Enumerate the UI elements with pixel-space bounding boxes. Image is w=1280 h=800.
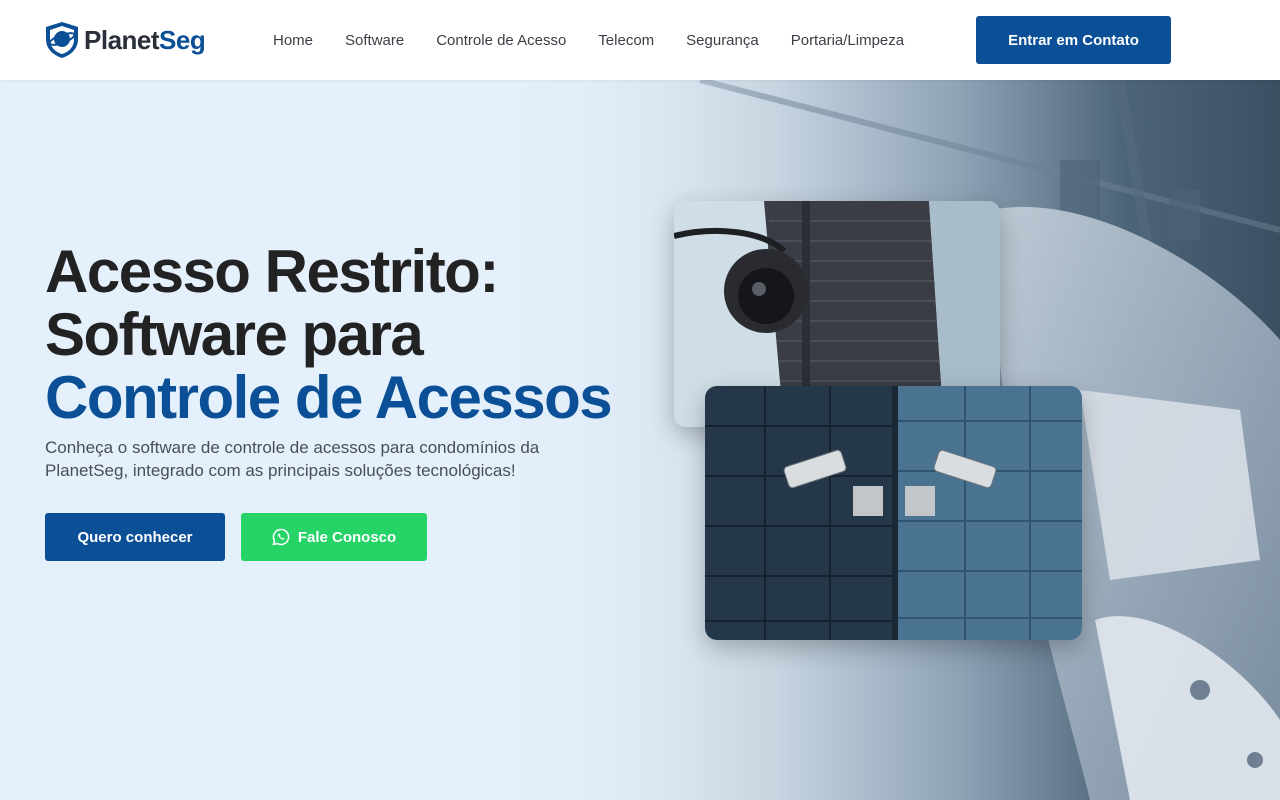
whatsapp-icon	[272, 528, 290, 546]
nav-item-portaria-limpeza[interactable]: Portaria/Limpeza	[791, 32, 904, 49]
shield-planet-logo-icon	[46, 22, 78, 58]
nav-item-telecom[interactable]: Telecom	[598, 32, 654, 49]
hero-title: Acesso Restrito: Software para Controle …	[45, 238, 613, 431]
hero-subtitle: Conheça o software de controle de acesso…	[45, 438, 540, 480]
hero-title-line-1: Acesso Restrito:	[45, 238, 499, 305]
wall-cameras-image	[705, 386, 1082, 640]
contact-button[interactable]: Entrar em Contato	[976, 16, 1171, 64]
main-nav: Home Software Controle de Acesso Telecom…	[273, 0, 936, 80]
whatsapp-contact-button[interactable]: Fale Conosco	[241, 513, 427, 561]
nav-item-home[interactable]: Home	[273, 32, 313, 49]
nav-item-software[interactable]: Software	[345, 32, 404, 49]
hero-section: Acesso Restrito: Software para Controle …	[0, 80, 1280, 800]
hero-title-line-2: Software para	[45, 301, 424, 368]
nav-item-seguranca[interactable]: Segurança	[686, 32, 759, 49]
whatsapp-button-label: Fale Conosco	[297, 528, 397, 546]
brand-name: PlanetSeg	[84, 24, 206, 55]
site-header: PlanetSeg Home Software Controle de Aces…	[0, 0, 1280, 80]
nav-item-controle-de-acesso[interactable]: Controle de Acesso	[436, 32, 566, 49]
brand-logo[interactable]: PlanetSeg	[44, 20, 206, 60]
hero-title-line-3: Controle de Acessos	[45, 364, 613, 431]
learn-more-button[interactable]: Quero conhecer	[45, 513, 225, 561]
